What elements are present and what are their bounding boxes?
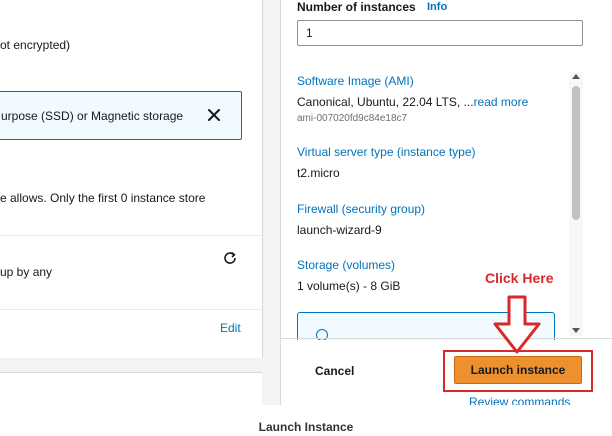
- close-icon[interactable]: [205, 106, 223, 124]
- ami-value: Canonical, Ubuntu, 22.04 LTS, ...read mo…: [297, 95, 528, 109]
- encryption-text: ot encrypted): [0, 38, 71, 52]
- configure-panel: ot encrypted) urpose (SSD) or Magnetic s…: [0, 0, 263, 358]
- ami-value-text: Canonical, Ubuntu, 22.04 LTS, ...: [297, 95, 474, 109]
- divider: [0, 309, 262, 310]
- summary-panel: Number of instances Info 1 Software Imag…: [280, 0, 612, 405]
- storage-value: 1 volume(s) - 8 GiB: [297, 279, 401, 293]
- storage-title-link[interactable]: Storage (volumes): [297, 258, 395, 272]
- storage-banner-text: urpose (SSD) or Magnetic storage: [1, 109, 184, 123]
- scroll-up-icon[interactable]: [572, 74, 580, 79]
- footer-divider: [281, 338, 612, 339]
- instances-label: Number of instances: [297, 0, 416, 14]
- scroll-thumb[interactable]: [572, 86, 580, 220]
- review-commands-link[interactable]: Review commands: [469, 395, 570, 405]
- next-section-card: [0, 372, 262, 405]
- launch-instance-button[interactable]: Launch instance: [454, 356, 582, 384]
- edit-link[interactable]: Edit: [220, 321, 241, 335]
- info-link[interactable]: Info: [427, 1, 447, 13]
- firewall-value: launch-wizard-9: [297, 223, 382, 237]
- refresh-icon[interactable]: [222, 250, 238, 266]
- firewall-title-link[interactable]: Firewall (security group): [297, 202, 425, 216]
- ami-id: ami-007020fd9c84e18c7: [297, 113, 408, 124]
- summary-scrollbar[interactable]: [569, 72, 583, 336]
- instances-input[interactable]: 1: [297, 20, 583, 46]
- scroll-down-icon[interactable]: [572, 328, 580, 333]
- caption: Launch Instance: [258, 420, 354, 434]
- instance-type-title-link[interactable]: Virtual server type (instance type): [297, 145, 476, 159]
- divider: [0, 235, 262, 236]
- click-here-annotation: Click Here: [485, 270, 554, 286]
- instance-type-value: t2.micro: [297, 166, 340, 180]
- ami-title-link[interactable]: Software Image (AMI): [297, 74, 414, 88]
- cancel-button[interactable]: Cancel: [315, 364, 354, 378]
- arrow-down-icon: [493, 295, 541, 354]
- read-more-link[interactable]: read more: [474, 95, 529, 109]
- launch-wizard-screen: ot encrypted) urpose (SSD) or Magnetic s…: [0, 0, 612, 405]
- instance-store-text: e allows. Only the first 0 instance stor…: [0, 191, 206, 205]
- storage-info-banner: urpose (SSD) or Magnetic storage: [0, 91, 242, 140]
- backup-text: up by any: [0, 265, 53, 279]
